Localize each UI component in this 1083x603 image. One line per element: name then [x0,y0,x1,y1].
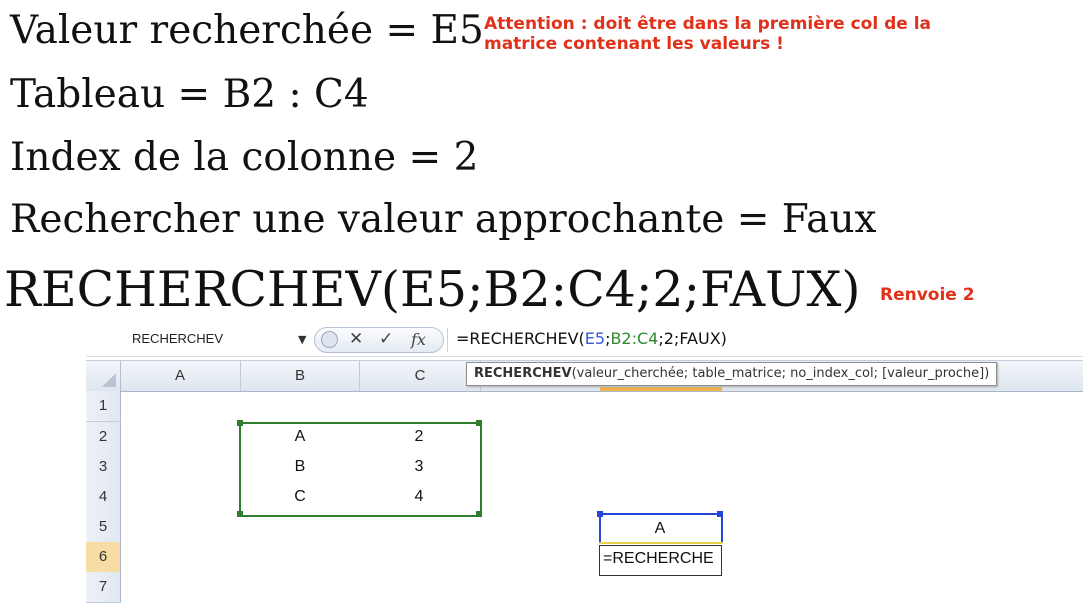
cancel-icon[interactable]: ✕ [349,329,363,349]
explanation-lookup-value: Valeur recherchée = E5 [10,8,484,53]
cell-c4[interactable]: 4 [360,482,478,512]
column-header-a[interactable]: A [120,361,241,391]
formula-ref-b2-c4: B2:C4 [610,329,659,348]
row-header-2[interactable]: 2 [86,422,121,453]
tooltip-function-name[interactable]: RECHERCHEV [474,366,572,381]
explanation-approximate: Rechercher une valeur approchante = Faux [10,197,877,242]
result-note: Renvoie 2 [880,285,975,305]
select-all-icon [102,373,116,387]
insert-function-icon[interactable]: fx [411,330,426,349]
attention-note: Attention : doit être dans la première c… [484,14,932,54]
active-column-highlight [600,387,722,391]
row-header-1[interactable]: 1 [86,391,121,422]
cell-c3[interactable]: 3 [360,452,478,482]
row-header-6[interactable]: 6 [86,542,121,573]
explanation-column-index: Index de la colonne = 2 [10,135,479,180]
explanation-table: Tableau = B2 : C4 [10,72,369,117]
enter-icon[interactable]: ✓ [379,329,393,349]
cell-e6[interactable]: =RECHERCHE [603,550,714,568]
tooltip-arguments[interactable]: (valeur_cherchée; table_matrice; no_inde… [572,366,990,381]
formula-bar-divider [447,328,448,352]
row-header-7[interactable]: 7 [86,572,121,603]
resize-handle-icon[interactable] [321,331,338,348]
formula-rest: ;2;FAUX) [658,329,727,348]
name-box[interactable]: RECHERCHEV [132,331,223,346]
dropdown-arrow-icon[interactable]: ▼ [298,333,306,346]
cell-c2[interactable]: 2 [360,422,478,452]
excel-spreadsheet: RECHERCHEV ▼ ✕ ✓ fx =RECHERCHEV(E5;B2:C4… [86,324,1083,603]
row-header-3[interactable]: 3 [86,452,121,483]
function-tooltip: RECHERCHEV(valeur_cherchée; table_matric… [466,362,998,386]
formula-prefix: =RECHERCHEV( [456,329,585,348]
formula-title: RECHERCHEV(E5;B2:C4;2;FAUX) [4,261,861,318]
select-all-corner[interactable] [86,361,121,391]
cell-b3[interactable]: B [241,452,359,482]
row-header-4[interactable]: 4 [86,482,121,513]
formula-ref-e5: E5 [584,329,606,348]
cell-b4[interactable]: C [241,482,359,512]
row-header-5[interactable]: 5 [86,512,121,543]
active-cell-indicator [599,542,723,544]
formula-bar: RECHERCHEV ▼ ✕ ✓ fx =RECHERCHEV(E5;B2:C4… [86,324,1083,357]
column-header-c[interactable]: C [360,361,481,391]
cell-e5[interactable]: A [601,514,719,544]
formula-input[interactable]: =RECHERCHEV(E5;B2:C4;2;FAUX) [456,329,727,348]
formula-buttons: ✕ ✓ fx [314,327,444,353]
cell-b2[interactable]: A [241,422,359,452]
column-header-b[interactable]: B [241,361,360,391]
